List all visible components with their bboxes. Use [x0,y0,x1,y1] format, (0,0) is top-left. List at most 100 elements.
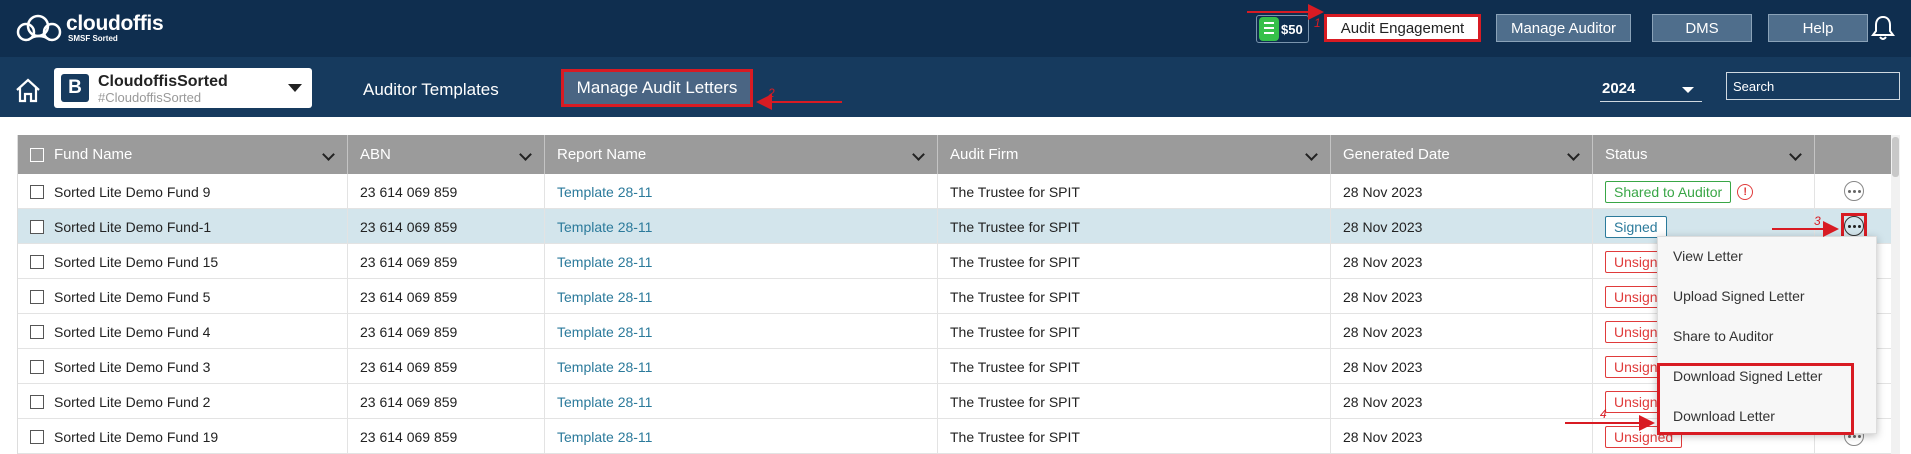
report-name-link[interactable]: Template 28-11 [545,244,938,279]
table-header: Fund Name ABN Report Name Audit Firm Gen… [18,135,1893,174]
table-scrollbar[interactable] [1891,135,1900,454]
cell-audit-firm: The Trustee for SPIT [938,419,1331,454]
select-all-checkbox[interactable] [30,147,44,162]
column-label: Fund Name [54,146,133,163]
column-actions [1815,135,1893,174]
nav-manage-audit-letters[interactable]: Manage Audit Letters [561,69,753,107]
dms-button[interactable]: DMS [1652,14,1752,42]
company-selector[interactable]: B CloudoffisSorted #CloudoffisSorted [54,68,312,108]
search-input[interactable] [1726,72,1900,100]
cell-generated-date: 28 Nov 2023 [1331,314,1593,349]
credit-balance[interactable]: $50 [1256,15,1309,43]
year-value: 2024 [1602,80,1636,97]
scrollbar-thumb[interactable] [1892,137,1899,177]
cell-generated-date: 28 Nov 2023 [1331,279,1593,314]
cell-fund-name: Sorted Lite Demo Fund 15 [18,244,348,279]
column-label: Report Name [557,146,647,163]
chevron-down-icon[interactable] [519,148,532,161]
row-checkbox[interactable] [30,359,44,374]
column-fund-name[interactable]: Fund Name [18,135,348,174]
logo-tagline: SMSF Sorted [68,34,118,43]
fund-name: Sorted Lite Demo Fund 4 [54,323,211,340]
cell-fund-name: Sorted Lite Demo Fund 19 [18,419,348,454]
row-checkbox[interactable] [30,254,44,269]
chevron-down-icon [288,84,302,92]
report-name-link[interactable]: Template 28-11 [545,349,938,384]
cell-generated-date: 28 Nov 2023 [1331,209,1593,244]
row-checkbox[interactable] [30,394,44,409]
cell-abn: 23 614 069 859 [348,244,545,279]
cell-generated-date: 28 Nov 2023 [1331,419,1593,454]
column-label: Generated Date [1343,146,1450,163]
table-row[interactable]: Sorted Lite Demo Fund 19 23 614 069 859 Te… [18,419,1893,454]
table-row[interactable]: Sorted Lite Demo Fund 5 23 614 069 859 Tem… [18,279,1893,314]
cell-audit-firm: The Trustee for SPIT [938,174,1331,209]
table-row[interactable]: Sorted Lite Demo Fund-1 23 614 069 859 Tem… [18,209,1893,244]
column-audit-firm[interactable]: Audit Firm [938,135,1331,174]
cell-audit-firm: The Trustee for SPIT [938,244,1331,279]
menu-item-upload-signed-letter[interactable]: Upload Signed Letter [1673,288,1805,304]
row-checkbox[interactable] [30,429,44,444]
logo[interactable]: cloudoffis SMSF Sorted [14,13,164,44]
chevron-down-icon[interactable] [1789,148,1802,161]
warning-icon[interactable]: ! [1737,183,1754,200]
column-report-name[interactable]: Report Name [545,135,938,174]
cell-generated-date: 28 Nov 2023 [1331,174,1593,209]
report-name-link[interactable]: Template 28-11 [545,384,938,419]
chevron-down-icon[interactable] [322,148,335,161]
row-checkbox[interactable] [30,219,44,234]
table-row[interactable]: Sorted Lite Demo Fund 4 23 614 069 859 Tem… [18,314,1893,349]
nav-auditor-templates[interactable]: Auditor Templates [363,77,499,103]
cell-abn: 23 614 069 859 [348,279,545,314]
row-checkbox[interactable] [30,324,44,339]
column-generated-date[interactable]: Generated Date [1331,135,1593,174]
cell-abn: 23 614 069 859 [348,314,545,349]
column-label: ABN [360,146,391,163]
fund-name: Sorted Lite Demo Fund 15 [54,253,219,270]
table-row[interactable]: Sorted Lite Demo Fund 3 23 614 069 859 Tem… [18,349,1893,384]
row-checkbox[interactable] [30,289,44,304]
top-bar: cloudoffis SMSF Sorted $50 Audit Engagem… [0,0,1911,57]
cell-abn: 23 614 069 859 [348,174,545,209]
sub-bar: B CloudoffisSorted #CloudoffisSorted Aud… [0,57,1911,117]
menu-item-view-letter[interactable]: View Letter [1673,248,1743,264]
cell-audit-firm: The Trustee for SPIT [938,384,1331,419]
column-abn[interactable]: ABN [348,135,545,174]
help-button[interactable]: Help [1768,14,1868,42]
column-label: Audit Firm [950,146,1019,163]
chevron-down-icon[interactable] [1567,148,1580,161]
column-label: Status [1605,146,1648,163]
chevron-down-icon[interactable] [1305,148,1318,161]
fund-name: Sorted Lite Demo Fund 2 [54,393,211,410]
year-select[interactable]: 2024 [1600,76,1702,102]
cell-generated-date: 28 Nov 2023 [1331,244,1593,279]
report-name-link[interactable]: Template 28-11 [545,174,938,209]
menu-item-share-to-auditor[interactable]: Share to Auditor [1673,328,1773,344]
cell-audit-firm: The Trustee for SPIT [938,349,1331,384]
report-name-link[interactable]: Template 28-11 [545,419,938,454]
cell-generated-date: 28 Nov 2023 [1331,349,1593,384]
chevron-down-icon[interactable] [912,148,925,161]
report-name-link[interactable]: Template 28-11 [545,314,938,349]
home-icon[interactable] [14,77,42,103]
row-checkbox[interactable] [30,184,44,199]
report-name-link[interactable]: Template 28-11 [545,279,938,314]
status-badge: Shared to Auditor [1605,180,1732,203]
cell-fund-name: Sorted Lite Demo Fund 4 [18,314,348,349]
highlight-box [1657,363,1854,435]
cell-abn: 23 614 069 859 [348,419,545,454]
cell-fund-name: Sorted Lite Demo Fund 9 [18,174,348,209]
report-name-link[interactable]: Template 28-11 [545,209,938,244]
cell-abn: 23 614 069 859 [348,349,545,384]
manage-auditor-button[interactable]: Manage Auditor [1496,14,1631,42]
cell-generated-date: 28 Nov 2023 [1331,384,1593,419]
cloud-logo-icon [16,14,62,42]
more-options-icon[interactable] [1844,181,1864,201]
column-status[interactable]: Status [1593,135,1815,174]
audit-engagement-button[interactable]: Audit Engagement [1324,14,1481,42]
bell-icon[interactable] [1871,14,1895,42]
fund-name: Sorted Lite Demo Fund 5 [54,288,211,305]
table-row[interactable]: Sorted Lite Demo Fund 2 23 614 069 859 Tem… [18,384,1893,419]
table-row[interactable]: Sorted Lite Demo Fund 9 23 614 069 859 Tem… [18,174,1893,209]
table-row[interactable]: Sorted Lite Demo Fund 15 23 614 069 859 Te… [18,244,1893,279]
